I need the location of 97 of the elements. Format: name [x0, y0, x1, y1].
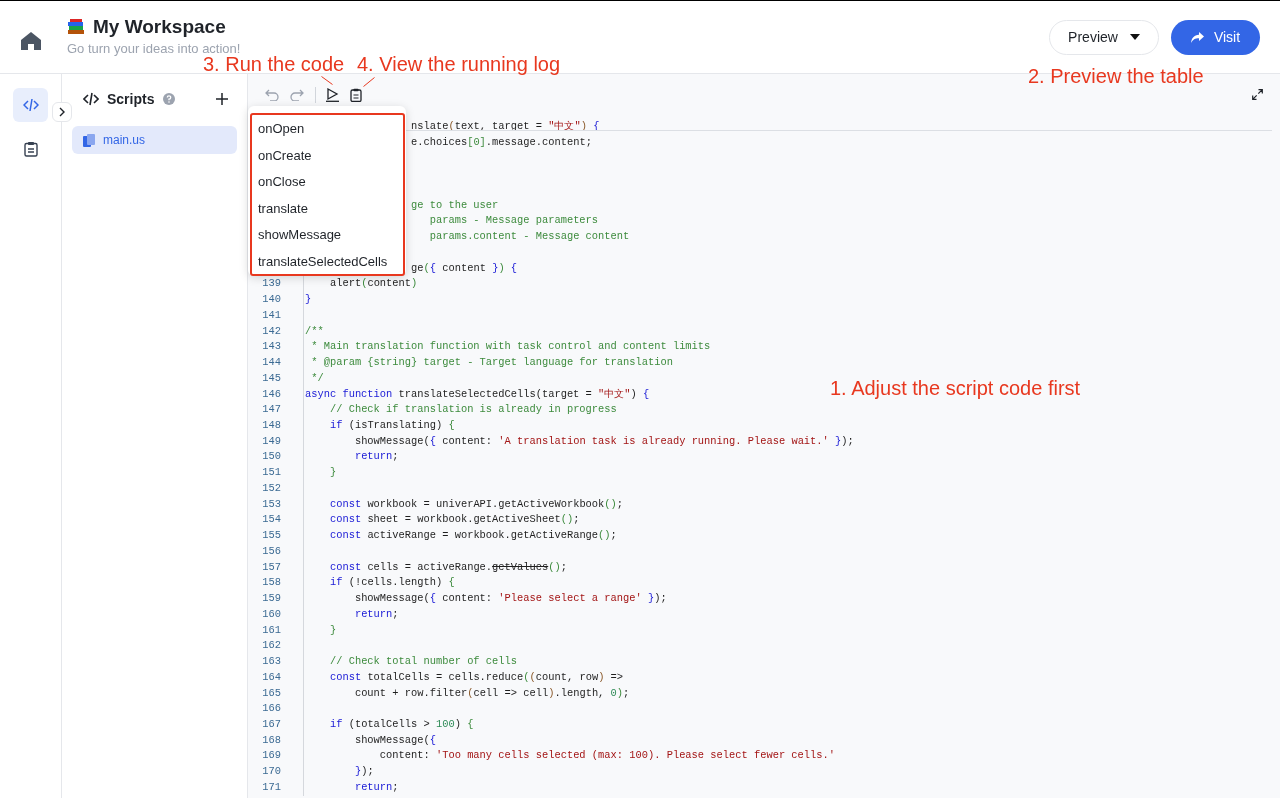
- line-number: 162: [261, 638, 281, 654]
- menu-item[interactable]: onOpen: [252, 116, 403, 143]
- code-line: if (!cells.length) {: [329, 575, 455, 591]
- code-line: * Main translation function with task control and content limits: [311, 339, 711, 355]
- code-line: showMessage({: [354, 732, 436, 748]
- line-number: 153: [261, 496, 281, 512]
- clipboard-icon[interactable]: [350, 87, 362, 102]
- line-number: 152: [261, 480, 281, 496]
- code-line: const totalCells = cells.reduce((count, row) =>: [329, 669, 624, 685]
- home-icon[interactable]: [20, 31, 42, 51]
- code-line: */: [311, 370, 324, 386]
- code-line: return;: [354, 606, 399, 622]
- annotation: 4. View the running log: [357, 52, 561, 76]
- caret-icon: [1129, 34, 1140, 40]
- line-number: 141: [261, 307, 281, 323]
- code-line: const activeRange = workbook.getActiveRange();: [329, 528, 617, 544]
- code-line: const workbook = univerAPI.getActiveWorkbook();: [329, 496, 624, 512]
- line-number: 145: [261, 370, 281, 386]
- code-line: if (totalCells > 100) {: [329, 716, 474, 732]
- line-number: 157: [261, 559, 281, 575]
- line-number: 164: [261, 669, 281, 685]
- code-icon: [22, 97, 39, 113]
- add-icon[interactable]: [216, 93, 228, 105]
- leader-line: [363, 77, 375, 87]
- code-line: // Check total number of cells: [329, 654, 517, 670]
- line-number: 160: [261, 606, 281, 622]
- line-number: 169: [261, 748, 281, 764]
- line-number: 155: [261, 528, 281, 544]
- chevron-icon: [59, 107, 65, 117]
- code-line: * @param {string} target - Target language for translation: [311, 355, 673, 371]
- line-number: 150: [261, 449, 281, 465]
- expand-icon[interactable]: [1252, 89, 1263, 100]
- annotation: 1. Adjust the script code first: [830, 376, 1081, 400]
- file-item[interactable]: main.us: [72, 126, 237, 154]
- menu-item[interactable]: translateSelectedCells: [252, 248, 403, 275]
- line-number: 144: [261, 355, 281, 371]
- line-number: 147: [261, 402, 281, 418]
- line-number: 161: [261, 622, 281, 638]
- line-number: 167: [261, 716, 281, 732]
- code-line: async function translateSelectedCells(target = "中文") {: [305, 386, 650, 402]
- line-number: 142: [261, 323, 281, 339]
- menu-item[interactable]: translate: [252, 195, 403, 222]
- code-line: }: [329, 465, 337, 481]
- line-number: 171: [261, 779, 281, 795]
- share-icon: [1190, 31, 1204, 43]
- code-line: count + row.filter(cell => cell).length, 0);: [354, 685, 630, 701]
- code-line: return;: [354, 449, 399, 465]
- books-icon: [67, 19, 85, 35]
- file-icon: [83, 133, 96, 147]
- line-number: 159: [261, 591, 281, 607]
- line-number: 151: [261, 465, 281, 481]
- line-number: 163: [261, 654, 281, 670]
- line-number: 166: [261, 701, 281, 717]
- code-line: params.content - Message content: [429, 229, 630, 245]
- line-number: 140: [261, 292, 281, 308]
- leader-line: [321, 76, 333, 85]
- code-tab[interactable]: [13, 88, 48, 122]
- line-number: 165: [261, 685, 281, 701]
- code-line: }: [329, 622, 337, 638]
- code-line: const cells = activeRange.getValues();: [329, 559, 567, 575]
- line-number: 149: [261, 433, 281, 449]
- line-number: 146: [261, 386, 281, 402]
- code-line: showMessage({ content: 'A translation task is already running. Please wait.' });: [354, 433, 854, 449]
- annotation: 2. Preview the table: [1028, 64, 1204, 88]
- line-number: 156: [261, 543, 281, 559]
- code-line: /**: [305, 323, 324, 339]
- code-line: showMessage({ content: 'Please select a range' });: [354, 591, 667, 607]
- preview-button[interactable]: Preview: [1049, 19, 1159, 55]
- play-icon[interactable]: [326, 87, 339, 102]
- line-number: 170: [261, 764, 281, 780]
- line-number: 143: [261, 339, 281, 355]
- line-number: 154: [261, 512, 281, 528]
- collapse-button[interactable]: [52, 102, 72, 122]
- code-line: params - Message parameters: [429, 213, 599, 229]
- code-line: if (isTranslating) {: [329, 418, 455, 433]
- line-number: 139: [261, 276, 281, 292]
- code-line: alert(content): [329, 276, 418, 292]
- workspace-title: My Workspace: [93, 15, 226, 39]
- code-line: // Check if translation is already in progress: [329, 402, 617, 418]
- menu-item[interactable]: onClose: [252, 169, 403, 196]
- code-line: return;: [354, 779, 399, 795]
- code-line: const sheet = workbook.getActiveSheet();: [329, 512, 580, 528]
- line-number: 158: [261, 575, 281, 591]
- code-icon: [83, 92, 99, 106]
- visit-button[interactable]: Visit: [1171, 19, 1260, 55]
- code-line: e.choices[0].message.content;: [411, 134, 592, 150]
- code-line: content: 'Too many cells selected (max: 100). Please select fewer cells.': [379, 748, 836, 764]
- clipboard-icon: [22, 141, 39, 157]
- menu-item[interactable]: onCreate: [252, 142, 403, 169]
- code-line: });: [354, 764, 374, 780]
- line-number: 168: [261, 732, 281, 748]
- scripts-title: Scripts: [107, 89, 155, 109]
- line-number: 148: [261, 418, 281, 433]
- code-line: ge to the user: [411, 197, 499, 213]
- menu-item[interactable]: showMessage: [252, 222, 403, 249]
- code-line: }: [305, 292, 312, 308]
- code-line: ge({ content }) {: [411, 260, 518, 276]
